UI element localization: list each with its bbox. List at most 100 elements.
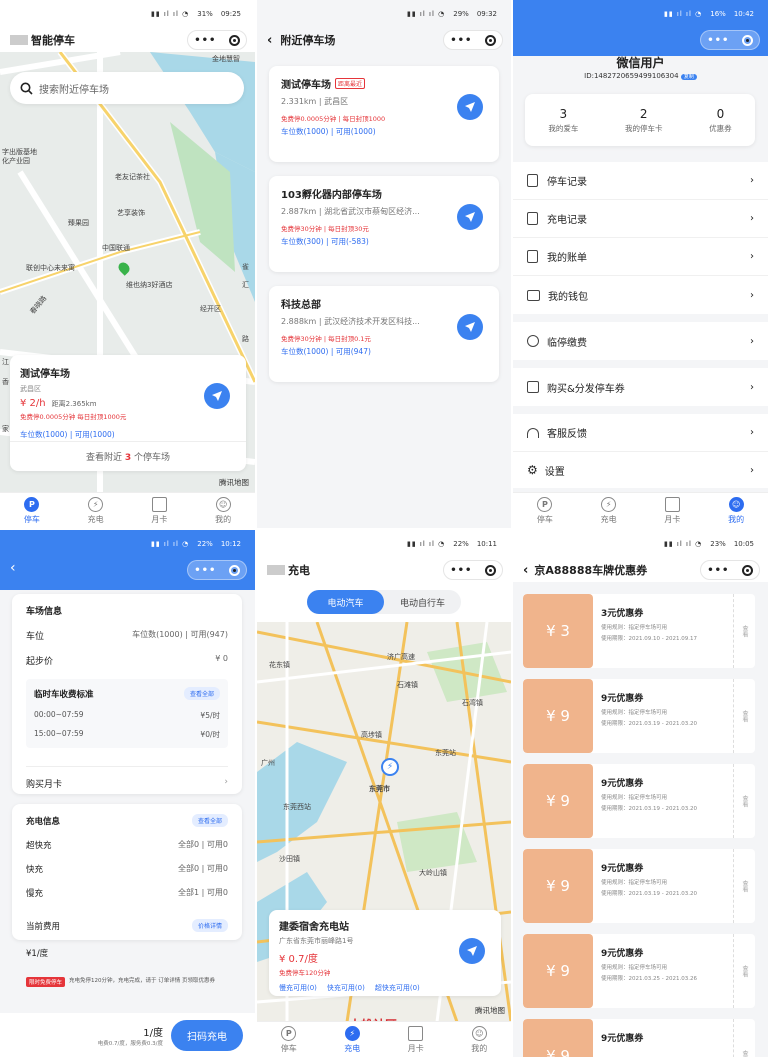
tab-monthly[interactable]: 月卡 <box>664 496 680 525</box>
search-icon <box>20 82 33 95</box>
mini-program-capsule[interactable]: ••• <box>443 560 503 580</box>
menu-bills[interactable]: 我的账单 › <box>513 238 768 276</box>
menu-settings[interactable]: ⚙ 设置 › <box>513 452 768 488</box>
more-icon[interactable]: ••• <box>707 35 729 46</box>
station-card[interactable]: 建委宿舍充电站 广东省东莞市丽峰路1号 ¥ 0.7/度 免费停车120分钟 慢充… <box>269 910 501 996</box>
menu-charge-records[interactable]: 充电记录 › <box>513 200 768 238</box>
status-bar: ▮▮ ıl ıl ◔ 23% 10:05 <box>513 530 768 558</box>
tab-monthly[interactable]: 月卡 <box>408 1025 424 1054</box>
more-icon[interactable]: ••• <box>194 35 216 46</box>
tab-parking[interactable]: P 停车 <box>281 1025 297 1054</box>
search-bar[interactable]: 搜索附近停车场 <box>10 72 244 104</box>
chevron-right-icon: › <box>750 175 754 186</box>
coupon-date: 使用期限：2021.03.19 - 2021.03.20 <box>601 891 697 897</box>
close-icon[interactable] <box>484 34 496 46</box>
user-icon: ☺ <box>471 1025 487 1041</box>
charging-station-marker[interactable]: ⚡ <box>381 758 399 776</box>
mini-program-capsule[interactable]: ••• <box>443 30 503 50</box>
close-icon[interactable] <box>741 564 753 576</box>
navigate-button[interactable] <box>457 204 483 230</box>
menu-wallet[interactable]: 我的钱包 › <box>513 276 768 314</box>
close-icon[interactable] <box>228 34 240 46</box>
lot-name: 测试停车场 <box>281 80 331 91</box>
coupon-rule: 使用规则：指定停车场可用 <box>601 710 668 716</box>
document-icon <box>527 174 538 187</box>
coupon-item[interactable]: ¥ 9 9元优惠券 使用规则：指定停车场可用 使用期限：2021.03.19 - 20… <box>523 849 755 923</box>
tab-charging[interactable]: ⚡ 充电 <box>88 496 104 525</box>
coupon-item[interactable]: ¥ 3 3元优惠券 使用规则：指定停车场可用 使用期限：2021.09.10 - 20… <box>523 594 755 668</box>
chevron-right-icon: › <box>224 777 228 787</box>
lot-spots: 车位数(1000) | 可用(947) <box>281 347 371 356</box>
stat-cards[interactable]: 2 我的停车卡 <box>625 107 663 134</box>
segment-electric-bike[interactable]: 电动自行车 <box>384 590 461 614</box>
lot-item[interactable]: 测试停车场 距离最近 2.331km | 武昌区 免费停0.0005分钟 | 每日… <box>269 66 499 162</box>
free-parking-note: 免费停车120分钟 <box>279 969 331 977</box>
status-bar: ▮▮ ıl ıl ◔ 22% 10:11 <box>406 540 497 548</box>
lot-distance: 距离2.365km <box>51 400 97 408</box>
price-detail-button[interactable]: 价格详情 <box>191 919 228 932</box>
parking-lot-card[interactable]: 测试停车场 武昌区 ¥ 2/h 距离2.365km 免费停0.0005分钟 每日… <box>10 355 246 471</box>
menu-parking-records[interactable]: 停车记录 › <box>513 162 768 200</box>
lot-item[interactable]: 科技总部 2.888km | 武汉经济技术开发区科技... 免费停30分钟 | … <box>269 286 499 382</box>
tab-parking[interactable]: P 停车 <box>24 496 40 525</box>
more-icon[interactable]: ••• <box>450 565 472 576</box>
segment-electric-car[interactable]: 电动汽车 <box>307 590 384 614</box>
menu-buy-coupons[interactable]: 购买&分发停车券 › <box>513 368 768 406</box>
tab-mine[interactable]: ☺ 我的 <box>215 496 231 525</box>
view-all-button[interactable]: 查看全部 <box>183 687 220 700</box>
navigate-button[interactable] <box>204 383 230 409</box>
coupon-item[interactable]: ¥ 9 9元优惠券 查看 <box>523 1019 755 1057</box>
tab-charging[interactable]: ⚡ 充电 <box>601 496 617 525</box>
free-parking-badge: 限时免费停车 <box>26 977 66 987</box>
status-bar: ▮▮ ıl ıl ◔ 29% 09:32 <box>406 10 497 18</box>
stat-cars[interactable]: 3 我的爱车 <box>548 107 578 134</box>
back-icon[interactable]: ‹ <box>10 560 16 576</box>
close-icon[interactable] <box>228 564 240 576</box>
back-icon[interactable]: ‹ <box>523 563 528 578</box>
tab-mine[interactable]: ☺ 我的 <box>728 496 744 525</box>
mini-program-capsule[interactable]: ••• <box>700 30 760 50</box>
more-icon[interactable]: ••• <box>450 35 472 46</box>
more-icon[interactable]: ••• <box>194 565 216 576</box>
search-input[interactable]: 搜索附近停车场 <box>39 81 109 96</box>
chevron-right-icon: › <box>750 427 754 438</box>
mini-program-capsule[interactable]: ••• <box>187 30 247 50</box>
lot-item[interactable]: 103孵化器内部停车场 2.887km | 湖北省武汉市蔡甸区经济... 免费停… <box>269 176 499 272</box>
charge-view-all-button[interactable]: 查看全部 <box>191 814 228 827</box>
chevron-right-icon: › <box>750 464 754 476</box>
navigate-button[interactable] <box>459 938 485 964</box>
menu-support[interactable]: 客服反馈 › <box>513 414 768 452</box>
navigate-button[interactable] <box>457 314 483 340</box>
coupon-view-button[interactable]: 查看 <box>733 764 755 838</box>
coupon-item[interactable]: ¥ 9 9元优惠券 使用规则：指定停车场可用 使用期限：2021.03.25 - 20… <box>523 934 755 1008</box>
document-icon <box>527 212 538 225</box>
more-icon[interactable]: ••• <box>707 565 729 576</box>
mini-program-capsule[interactable]: ••• <box>700 560 760 580</box>
tab-monthly[interactable]: 月卡 <box>151 496 167 525</box>
tab-charging[interactable]: ⚡ 充电 <box>344 1025 360 1054</box>
menu-temp-payment[interactable]: 临停缴费 › <box>513 322 768 360</box>
scan-charge-button[interactable]: 扫码充电 <box>171 1019 243 1051</box>
tab-parking[interactable]: P 停车 <box>537 496 553 525</box>
coupon-view-button[interactable]: 查看 <box>733 934 755 1008</box>
mini-program-capsule[interactable]: ••• <box>187 560 247 580</box>
coupon-item[interactable]: ¥ 9 9元优惠券 使用规则：指定停车场可用 使用期限：2021.03.19 - 20… <box>523 679 755 753</box>
close-icon[interactable] <box>741 34 753 46</box>
coupon-view-button[interactable]: 查看 <box>733 1019 755 1057</box>
page-title: 充电 <box>288 564 310 577</box>
coupon-view-button[interactable]: 查看 <box>733 679 755 753</box>
nearby-link[interactable]: 查看附近 3 个停车场 <box>10 441 246 463</box>
close-icon[interactable] <box>484 564 496 576</box>
navigation-arrow-icon <box>465 212 475 222</box>
navigate-button[interactable] <box>457 94 483 120</box>
tab-mine[interactable]: ☺ 我的 <box>471 1025 487 1054</box>
coupon-view-button[interactable]: 查看 <box>733 849 755 923</box>
lot-rule: 免费停0.0005分钟 每日封顶1000元 <box>20 413 127 421</box>
coupon-view-button[interactable]: 查看 <box>733 594 755 668</box>
buy-monthly-card[interactable]: 购买月卡 › <box>26 766 228 790</box>
back-icon[interactable]: ‹ <box>267 33 272 48</box>
coupon-date: 使用期限：2021.03.19 - 2021.03.20 <box>601 721 697 727</box>
coupon-item[interactable]: ¥ 9 9元优惠券 使用规则：指定停车场可用 使用期限：2021.03.19 - 20… <box>523 764 755 838</box>
copy-id-button[interactable]: 复制 <box>680 74 697 80</box>
stat-coupons[interactable]: 0 优惠券 <box>709 107 732 134</box>
